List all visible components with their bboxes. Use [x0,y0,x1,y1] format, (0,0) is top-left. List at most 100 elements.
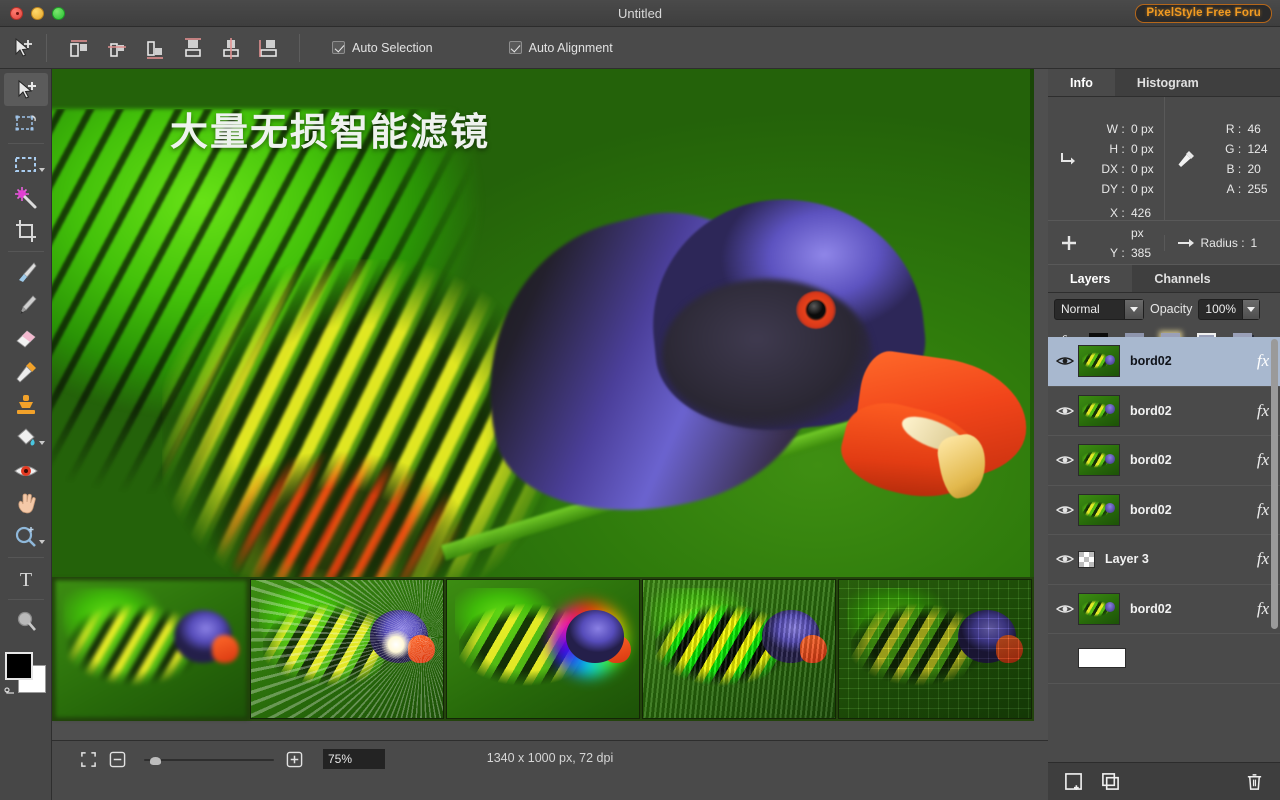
align-horizontal-center-icon[interactable] [105,37,127,59]
layer-visibility-toggle[interactable] [1052,405,1078,417]
dodge-icon [17,611,36,631]
paint-bucket-tool[interactable] [4,421,48,454]
layer-name[interactable]: bord02 [1120,602,1250,616]
layer-visibility-toggle[interactable] [1052,603,1078,615]
table-row[interactable]: bord02 fx [1048,436,1280,486]
info-row-b: B : 20 [1201,159,1280,179]
move-tool-indicator[interactable] [0,37,46,59]
red-eye-tool[interactable] [4,454,48,487]
layer-thumbnail[interactable] [1078,394,1120,427]
dodge-tool[interactable] [4,604,48,637]
eyedropper-icon [1178,150,1194,167]
red-eye-icon [13,465,38,476]
watermark-text: 大量无损智能滤镜 [170,110,491,154]
layer-visibility-toggle[interactable] [1052,553,1078,565]
opacity-value: 100% [1205,302,1237,316]
opacity-select[interactable]: 100% [1198,298,1261,320]
filter-preview-blur[interactable] [54,579,248,719]
maximize-button[interactable] [52,6,65,20]
layer-visibility-toggle[interactable] [1052,355,1078,367]
stamp-icon [16,394,35,414]
info-sep: : [1237,161,1242,176]
type-tool[interactable]: T [4,562,48,595]
layer-thumbnail[interactable] [1078,550,1095,568]
table-row[interactable]: Layer 3 fx [1048,535,1280,585]
align-left-icon[interactable] [67,37,89,59]
new-layer-button[interactable] [1064,772,1083,791]
thumb-head [566,610,624,663]
pencil-tool[interactable] [4,289,48,322]
promo-badge[interactable]: PixelStyle Free Foru [1135,4,1272,23]
move-tool[interactable] [3,73,48,106]
magic-wand-tool[interactable] [4,181,48,214]
filter-preview-pixelate[interactable] [838,579,1032,719]
blend-opacity-row: Normal Opacity 100% [1048,293,1280,325]
layer-name[interactable]: bord02 [1120,453,1250,467]
auto-selection-checkbox[interactable]: Auto Selection [332,41,433,55]
filter-preview-lens-flare[interactable] [250,579,444,719]
tab-histogram[interactable]: Histogram [1115,69,1221,96]
reset-colors-icon[interactable] [3,681,18,695]
table-row[interactable]: bord02 fx [1048,486,1280,535]
dimension-icon-slot [1054,149,1084,169]
document-canvas[interactable]: 大量无损智能滤镜 [52,69,1034,577]
layers-panel: Layers Channels Normal Opacity 100% fx [1048,265,1280,800]
delete-layer-button[interactable] [1245,772,1264,791]
transform-tool[interactable] [4,106,48,139]
foreground-color-swatch[interactable] [4,652,33,680]
zoom-in-tool[interactable] [4,520,48,553]
info-key: DX [1101,161,1118,176]
align-vertical-center-icon[interactable] [219,37,241,59]
duplicate-layer-button[interactable] [1101,772,1120,791]
eraser-tool[interactable] [4,322,48,355]
align-top-icon[interactable] [181,37,203,59]
info-sep: : [1121,181,1125,196]
blend-mode-value: Normal [1061,302,1100,316]
blend-mode-select[interactable]: Normal [1054,298,1144,320]
layer-thumbnail[interactable] [1078,345,1120,378]
layer-visibility-toggle[interactable] [1052,454,1078,466]
canvas-area[interactable]: 大量无损智能滤镜 [52,69,1048,740]
table-row[interactable]: bord02 fx [1048,585,1280,634]
layer-list-scrollbar[interactable] [1271,339,1278,749]
table-row[interactable]: bord02 fx [1048,337,1280,387]
crop-tool[interactable] [4,214,48,247]
stamp-tool[interactable] [4,388,48,421]
align-bottom-icon[interactable] [257,37,279,59]
table-row[interactable] [1048,634,1280,684]
color-swatches[interactable] [3,651,48,695]
layer-name[interactable]: bord02 [1120,354,1250,368]
close-button[interactable] [10,6,23,20]
layer-thumbnail[interactable] [1078,592,1120,625]
layer-thumbnail[interactable] [1078,648,1126,669]
minimize-button[interactable] [31,6,44,20]
layer-name[interactable]: bord02 [1120,404,1250,418]
info-panel: Info Histogram W : 0 px H: 0 px DX: 0 … [1048,69,1280,288]
hand-tool[interactable] [4,487,48,520]
thumb-beak [212,635,240,663]
crosshair-icon-slot [1054,234,1084,252]
layer-list[interactable]: bord02 fx bord02 fx bord02 fx bord02 fx … [1048,337,1280,751]
table-row[interactable]: bord02 fx [1048,387,1280,436]
eye-icon [1056,407,1074,415]
info-key: R [1225,121,1235,136]
tab-channels[interactable]: Channels [1132,265,1232,292]
tab-layers[interactable]: Layers [1048,265,1133,292]
eyedropper-tool[interactable] [4,355,48,388]
brush-tool[interactable] [4,256,48,289]
align-right-icon[interactable] [143,37,165,59]
layer-thumbnail[interactable] [1078,493,1120,526]
tab-info[interactable]: Info [1048,69,1115,96]
layer-visibility-toggle[interactable] [1052,504,1078,516]
auto-alignment-label: Auto Alignment [528,40,613,55]
layer-name[interactable]: bord02 [1120,503,1250,517]
layer-thumbnail[interactable] [1078,444,1120,477]
layer-name[interactable]: Layer 3 [1095,552,1250,566]
auto-alignment-checkbox[interactable]: Auto Alignment [508,40,613,55]
info-key: A [1226,181,1235,196]
filter-preview-streak[interactable] [642,579,836,719]
filter-preview-rainbow-glow[interactable] [446,579,640,719]
scrollbar-thumb[interactable] [1271,339,1278,629]
rectangular-marquee-tool[interactable] [4,148,48,181]
eraser-icon [15,329,36,348]
